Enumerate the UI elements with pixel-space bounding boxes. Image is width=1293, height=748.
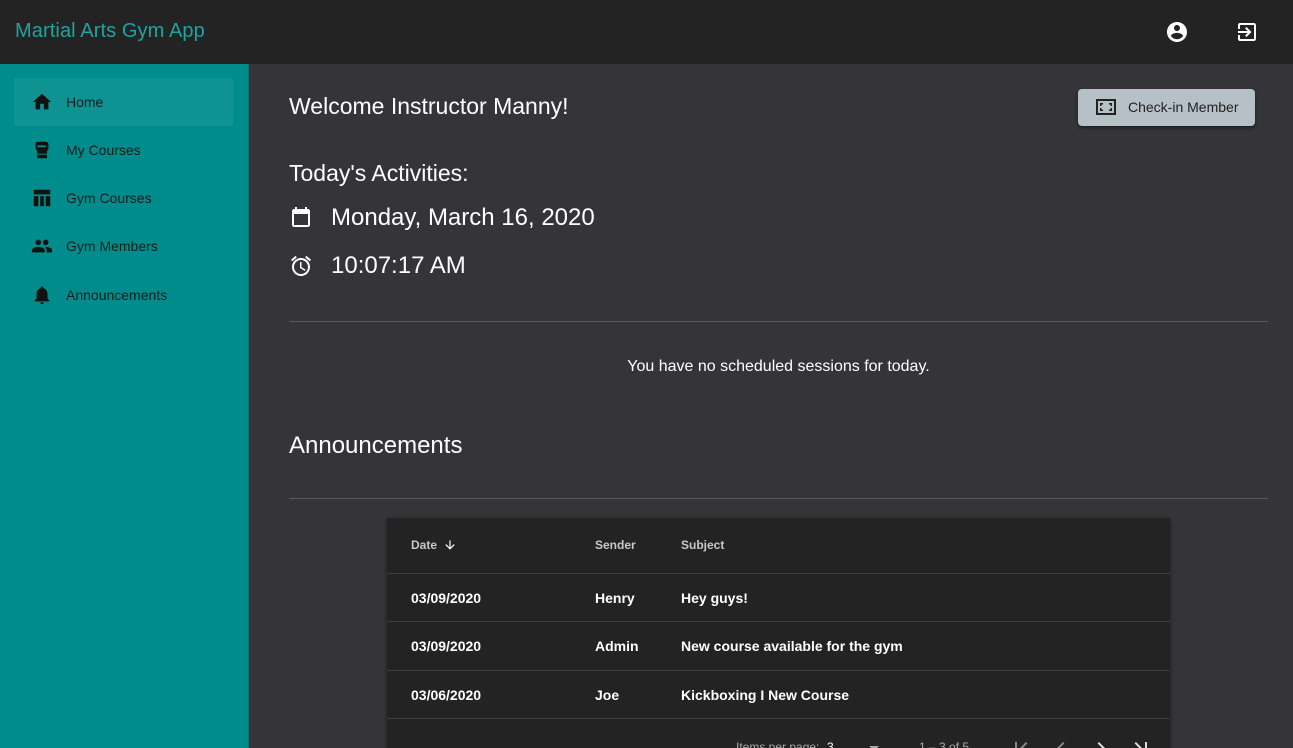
- page-range: 1 – 3 of 5: [919, 740, 970, 748]
- column-header-subject[interactable]: Subject: [681, 538, 724, 552]
- cell-sender: Joe: [595, 687, 620, 703]
- activities-heading: Today's Activities:: [289, 160, 469, 186]
- cell-sender: Admin: [595, 638, 639, 654]
- items-per-page-select[interactable]: 3: [827, 740, 834, 748]
- row-divider: [387, 573, 1170, 574]
- exit-to-app-icon[interactable]: [1235, 20, 1259, 44]
- table-icon: [31, 187, 53, 209]
- sidebar-item-label: My Courses: [66, 142, 141, 158]
- row-divider: [387, 621, 1170, 622]
- no-sessions-message: You have no scheduled sessions for today…: [627, 358, 930, 375]
- sidebar-item-label: Home: [66, 94, 104, 110]
- divider: [289, 321, 1268, 322]
- sidebar: Home My Courses Gym Courses Gym Members …: [0, 64, 249, 748]
- announcements-heading: Announcements: [289, 432, 463, 459]
- scan-frame-icon: [1095, 97, 1117, 117]
- sidebar-item-label: Gym Courses: [66, 190, 152, 206]
- check-in-member-button[interactable]: Check-in Member: [1078, 89, 1255, 126]
- sidebar-item-announcements[interactable]: Announcements: [14, 271, 233, 319]
- account-circle-icon[interactable]: [1165, 20, 1189, 44]
- column-header-sender[interactable]: Sender: [595, 538, 636, 552]
- boxing-glove-icon: [31, 139, 53, 161]
- announcements-table: Date Sender Subject 03/09/2020 Henry Hey…: [387, 518, 1170, 748]
- bell-icon: [31, 284, 53, 306]
- calendar-icon: [289, 206, 313, 230]
- sidebar-item-home[interactable]: Home: [14, 78, 233, 126]
- sidebar-item-label: Gym Members: [66, 238, 158, 254]
- people-icon: [31, 235, 53, 257]
- date-row: Monday, March 16, 2020: [289, 204, 595, 231]
- app-title[interactable]: Martial Arts Gym App: [15, 20, 205, 43]
- cell-sender: Henry: [595, 590, 635, 606]
- welcome-heading: Welcome Instructor Manny!: [289, 93, 569, 119]
- time-row: 10:07:17 AM: [289, 252, 466, 279]
- items-per-page-label: Items per page:: [736, 740, 820, 748]
- home-icon: [31, 91, 53, 113]
- top-app-bar: Martial Arts Gym App: [0, 0, 1293, 64]
- sidebar-item-gym-courses[interactable]: Gym Courses: [14, 174, 233, 222]
- cell-subject: Kickboxing I New Course: [681, 687, 850, 703]
- sidebar-item-label: Announcements: [66, 287, 168, 303]
- divider: [289, 498, 1268, 499]
- previous-page-icon[interactable]: [1049, 736, 1073, 748]
- cell-date: 03/06/2020: [411, 687, 482, 703]
- sidebar-item-my-courses[interactable]: My Courses: [14, 126, 233, 174]
- column-header-date[interactable]: Date: [411, 538, 457, 552]
- cell-subject: Hey guys!: [681, 590, 748, 606]
- main-content: Welcome Instructor Manny! Check-in Membe…: [249, 64, 1293, 748]
- row-divider: [387, 718, 1170, 719]
- row-divider: [387, 670, 1170, 671]
- cell-subject: New course available for the gym: [681, 638, 903, 654]
- check-in-member-label: Check-in Member: [1128, 99, 1239, 115]
- cell-date: 03/09/2020: [411, 638, 482, 654]
- paginator: Items per page: 3 1 – 3 of 5: [387, 738, 1170, 748]
- cell-date: 03/09/2020: [411, 590, 482, 606]
- current-date: Monday, March 16, 2020: [331, 204, 595, 231]
- arrow-down-icon: [443, 538, 457, 552]
- first-page-icon[interactable]: [1009, 736, 1033, 748]
- current-time: 10:07:17 AM: [331, 252, 466, 279]
- alarm-clock-icon: [289, 254, 313, 278]
- sidebar-item-gym-members[interactable]: Gym Members: [14, 222, 233, 270]
- last-page-icon[interactable]: [1129, 736, 1153, 748]
- next-page-icon[interactable]: [1089, 736, 1113, 748]
